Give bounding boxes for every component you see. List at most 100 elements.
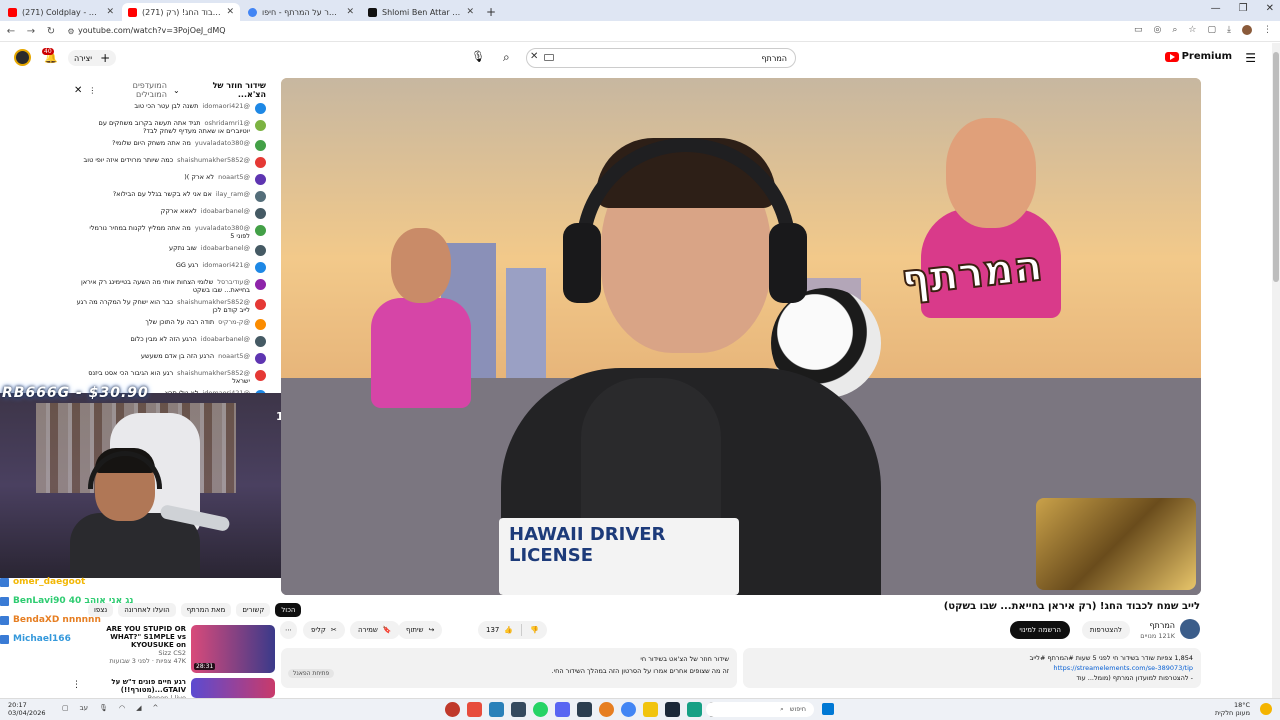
- chat-avatar[interactable]: [255, 208, 266, 219]
- close-icon[interactable]: ✕: [346, 7, 354, 17]
- chat-avatar[interactable]: [255, 191, 266, 202]
- minimize-icon[interactable]: —: [1211, 3, 1221, 14]
- chat-username[interactable]: @noaart5: [218, 173, 250, 181]
- scrollbar-thumb[interactable]: [1273, 52, 1279, 282]
- chat-username[interactable]: @shaishumakher5852: [177, 369, 250, 377]
- browser-tab-1[interactable]: (271) לייב שמח לכבוד החג! (רק ✕: [122, 3, 240, 21]
- chat-username[interactable]: @idomaori421: [202, 261, 250, 269]
- volume-icon[interactable]: ◢: [136, 704, 141, 712]
- chat-username[interactable]: @oshridamri1: [204, 119, 250, 127]
- taskbar-search[interactable]: חיפוש ⌕: [706, 702, 814, 717]
- forward-icon[interactable]: →: [22, 26, 40, 37]
- microphone-icon[interactable]: 🎙: [471, 50, 485, 63]
- steam-icon[interactable]: [665, 702, 680, 717]
- app-icon[interactable]: [511, 702, 526, 717]
- taskbar-clock[interactable]: 20:17 03/04/2026: [8, 701, 45, 717]
- chat-avatar[interactable]: [255, 157, 266, 168]
- channel-name[interactable]: המרתף: [1149, 621, 1175, 630]
- reload-icon[interactable]: ↻: [42, 26, 60, 37]
- filter-chip[interactable]: קשורים: [236, 603, 271, 617]
- eye-off-icon[interactable]: ◎: [1154, 25, 1162, 35]
- notification-icon[interactable]: ▢: [62, 704, 69, 712]
- hamburger-menu-icon[interactable]: ☰: [1245, 51, 1256, 65]
- app-icon[interactable]: [599, 702, 614, 717]
- chrome-icon[interactable]: [621, 702, 636, 717]
- description-link[interactable]: https://streamelements.com/se-389073/tip: [751, 663, 1193, 673]
- url-field[interactable]: youtube.com/watch?v=3PojOeJ_dMQ: [78, 26, 226, 35]
- headphones-icon[interactable]: [577, 702, 592, 717]
- chat-avatar[interactable]: [255, 336, 266, 347]
- close-icon[interactable]: ✕: [74, 85, 82, 96]
- youtube-logo[interactable]: Premium: [1164, 51, 1232, 62]
- filter-chip[interactable]: הועלו לאחרונה: [118, 603, 176, 617]
- filter-chip[interactable]: מאת המרתף: [180, 603, 232, 617]
- open-panel-button[interactable]: פתיחת הפאנל: [288, 669, 335, 678]
- clear-search-icon[interactable]: ✕: [530, 51, 538, 62]
- app-icon[interactable]: [687, 702, 702, 717]
- chat-avatar[interactable]: [255, 279, 266, 290]
- chat-avatar[interactable]: [255, 319, 266, 330]
- browser-tab-0[interactable]: (271) Coldplay - Viva La Vida (Of ✕: [2, 3, 120, 21]
- download-icon[interactable]: ⤓: [1227, 25, 1231, 35]
- close-icon[interactable]: ✕: [226, 7, 234, 17]
- filter-chip[interactable]: נצפו: [88, 603, 114, 617]
- app-icon[interactable]: [489, 702, 504, 717]
- app-icon[interactable]: [467, 702, 482, 717]
- chat-message-list[interactable]: @idomaori421תשנה לבן עטר הכי טוב @oshrida…: [70, 100, 270, 394]
- file-explorer-icon[interactable]: [643, 702, 658, 717]
- more-icon[interactable]: ⋮: [88, 86, 96, 95]
- chat-avatar[interactable]: [255, 370, 266, 381]
- media-player-icon[interactable]: [445, 702, 460, 717]
- chevron-up-icon[interactable]: ^: [152, 704, 158, 712]
- chat-avatar[interactable]: [255, 299, 266, 310]
- chat-username[interactable]: @noaart5: [218, 352, 250, 360]
- video-channel[interactable]: Sizz CS2: [81, 649, 186, 657]
- close-icon[interactable]: ✕: [466, 7, 474, 17]
- star-icon[interactable]: ☆: [1188, 25, 1196, 35]
- language-icon[interactable]: עב: [80, 704, 88, 712]
- create-button[interactable]: יצירה +: [68, 50, 117, 66]
- clip-button[interactable]: קליפ ✂: [303, 621, 345, 639]
- browser-tab-2[interactable]: שלומי בן עטר על המרתף - חיפו ✕: [242, 3, 360, 21]
- video-thumbnail[interactable]: [191, 678, 275, 698]
- more-actions-button[interactable]: ⋯: [280, 621, 297, 639]
- chat-avatar[interactable]: [255, 174, 266, 185]
- browser-tab-3[interactable]: Shlomi Ben Attar (המרתף) (@m ✕: [362, 3, 480, 21]
- back-icon[interactable]: ←: [2, 26, 20, 37]
- maximize-icon[interactable]: ❐: [1239, 3, 1248, 14]
- chat-username[interactable]: @עודיברסל: [217, 278, 250, 286]
- chat-username[interactable]: @shaishumakher5852: [177, 298, 250, 306]
- zoom-icon[interactable]: ⌕: [1172, 25, 1177, 35]
- share-button[interactable]: שיתוף ↪: [398, 621, 443, 639]
- profile-icon[interactable]: [1242, 25, 1252, 35]
- cast-icon[interactable]: ▭: [1134, 25, 1143, 35]
- chat-username[interactable]: @ק-מרקיס: [218, 318, 250, 326]
- weather-widget[interactable]: 18°C מעונן חלקית: [1215, 701, 1250, 717]
- chat-username[interactable]: @shaishumakher5852: [177, 156, 250, 164]
- chat-avatar[interactable]: [255, 140, 266, 151]
- filter-chip[interactable]: הכול: [275, 603, 302, 617]
- new-tab-button[interactable]: +: [486, 5, 496, 21]
- windows-start-icon[interactable]: [822, 703, 834, 715]
- more-icon[interactable]: ⋮: [72, 680, 81, 690]
- chat-filter-label[interactable]: המועדפים המובילים: [102, 81, 167, 99]
- chat-avatar[interactable]: [255, 353, 266, 364]
- description-box[interactable]: 1,854 צפיות שודר בשידור חי לפני 5 שעות #…: [743, 648, 1201, 688]
- save-button[interactable]: שמירה 🔖: [350, 621, 400, 639]
- chevron-down-icon[interactable]: ⌄: [173, 86, 180, 95]
- discord-icon[interactable]: [555, 702, 570, 717]
- close-icon[interactable]: ✕: [106, 7, 114, 17]
- chat-avatar[interactable]: [255, 225, 266, 236]
- chat-username[interactable]: @idoabarbanel: [201, 244, 250, 252]
- chat-avatar[interactable]: [255, 262, 266, 273]
- whatsapp-icon[interactable]: [533, 702, 548, 717]
- search-icon[interactable]: ⌕: [503, 50, 510, 65]
- chat-avatar[interactable]: [255, 103, 266, 114]
- chat-username[interactable]: @yuvaladato380: [195, 224, 250, 232]
- extensions-icon[interactable]: ▢: [1208, 25, 1217, 35]
- video-title[interactable]: רגע חיים פונים ד"ש על GTAIV...(מטורף!!): [81, 678, 186, 694]
- avatar[interactable]: [14, 49, 31, 66]
- video-title[interactable]: ARE YOU STUPID OR WHAT?" S1MPLE vs KYOUS…: [81, 625, 186, 649]
- search-input[interactable]: המרתף: [526, 48, 796, 68]
- chat-username[interactable]: @idoabarbanel: [201, 207, 250, 215]
